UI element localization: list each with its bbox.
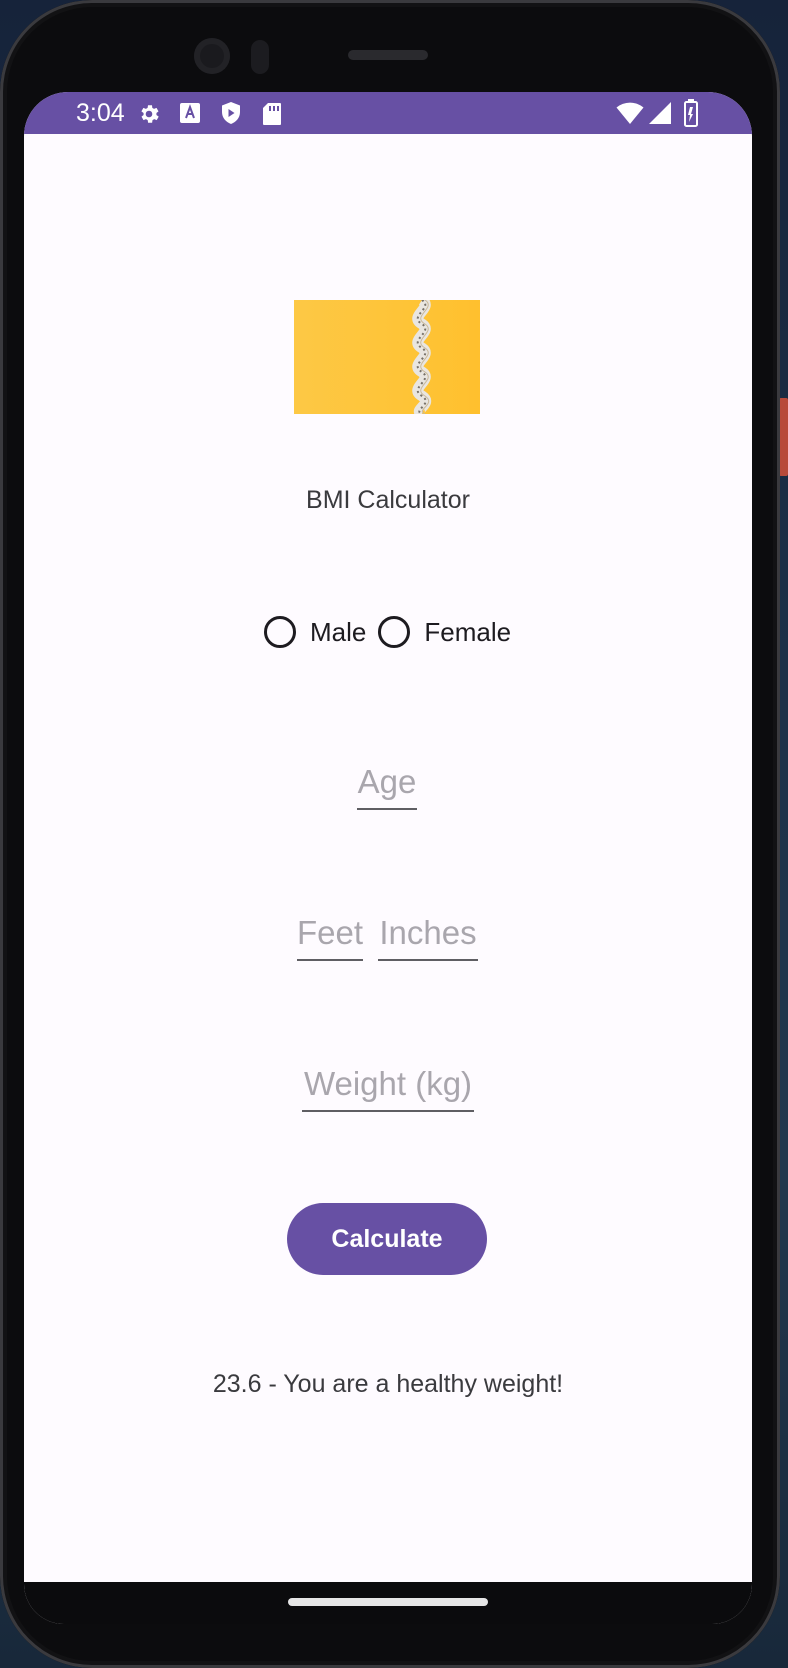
app-screen: 3:04 BMI Calculator Male Female Age Feet… [24, 92, 752, 1624]
measuring-tape-icon [412, 300, 432, 414]
front-camera-icon [194, 38, 230, 74]
radio-male[interactable]: Male [264, 616, 366, 648]
home-indicator[interactable] [288, 1598, 488, 1606]
earpiece-speaker [348, 50, 428, 60]
signal-icon [649, 102, 671, 124]
radio-unchecked-icon[interactable] [264, 616, 296, 648]
sd-card-icon [263, 103, 281, 125]
calculate-button[interactable]: Calculate [287, 1203, 487, 1275]
radio-male-label[interactable]: Male [310, 617, 366, 648]
measuring-tape-on-yellow-image [294, 300, 480, 414]
weight-input[interactable] [302, 1062, 474, 1112]
play-protect-icon [222, 102, 240, 124]
feet-input[interactable] [297, 911, 363, 961]
radio-female[interactable]: Female [378, 616, 511, 648]
battery-icon [684, 99, 698, 127]
font-a-icon [180, 103, 200, 123]
proximity-sensor-icon [251, 40, 269, 74]
gender-radio-group: Male Female [264, 612, 523, 652]
status-time: 3:04 [76, 99, 125, 127]
inches-input[interactable] [378, 911, 478, 961]
radio-unchecked-icon[interactable] [378, 616, 411, 648]
radio-female-label[interactable]: Female [424, 617, 511, 648]
wifi-icon [616, 102, 644, 124]
phone-frame: 3:04 BMI Calculator Male Female Age Feet… [0, 0, 780, 1668]
settings-icon [141, 105, 159, 123]
bmi-result-text: 23.6 - You are a healthy weight! [212, 1370, 564, 1398]
age-input[interactable] [357, 760, 417, 810]
phone-side-button [779, 398, 788, 476]
status-bar: 3:04 [24, 92, 752, 134]
page-title: BMI Calculator [306, 486, 470, 514]
